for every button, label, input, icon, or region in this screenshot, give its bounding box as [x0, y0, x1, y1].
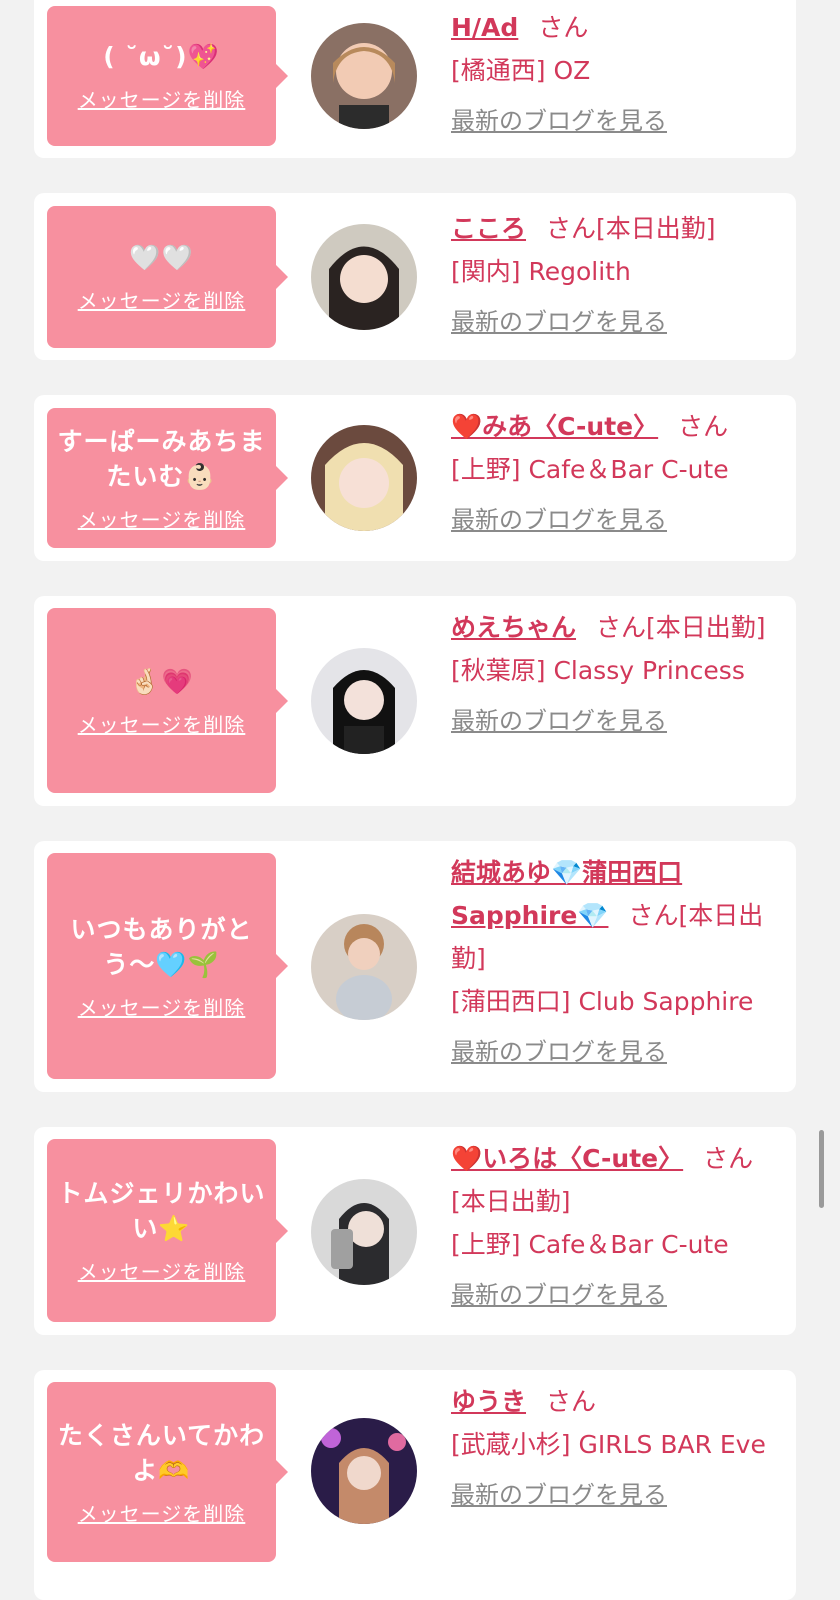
delete-message-link[interactable]: メッセージを削除	[78, 504, 246, 533]
latest-blog-link[interactable]: 最新のブログを見る	[451, 1274, 667, 1317]
message-bubble: 🤍🤍 メッセージを削除	[47, 206, 288, 348]
message-bubble: いつもありがとう〜🩵🌱 メッセージを削除	[47, 853, 288, 1079]
cast-info: H/Ad さん [橘通西] OZ 最新のブログを見る	[451, 6, 781, 143]
message-card: 🤞🏻💗 メッセージを削除 めえちゃん さん[本日出勤] [秋葉原] Classy …	[34, 596, 796, 806]
message-card: すーぱーみあちまたいむ👶🏻 メッセージを削除 ❤️みあ〈C-ute〉 さん [上野…	[34, 395, 796, 561]
avatar[interactable]	[311, 648, 417, 754]
message-bubble: すーぱーみあちまたいむ👶🏻 メッセージを削除	[47, 408, 288, 548]
message-text: いつもありがとう〜🩵🌱	[70, 914, 253, 979]
message-text: たくさんいてかわよ🫶	[57, 1420, 266, 1485]
work-status: [本日出勤]	[646, 613, 766, 642]
cast-name-link[interactable]: めえちゃん	[451, 613, 576, 642]
honorific: さん	[546, 214, 597, 243]
honorific: さん	[546, 1387, 597, 1416]
delete-message-link[interactable]: メッセージを削除	[78, 992, 246, 1021]
honorific: さん	[678, 412, 729, 441]
message-card: ( ˘ω˘)💖 メッセージを削除 H/Ad さん [橘通西] OZ 最新のブログを…	[34, 0, 796, 158]
delete-message-link[interactable]: メッセージを削除	[78, 1498, 246, 1527]
cast-info: ゆうき さん [武蔵小杉] GIRLS BAR Eve 最新のブログを見る	[451, 1380, 781, 1517]
avatar[interactable]	[311, 224, 417, 330]
honorific: さん	[703, 1144, 754, 1173]
cast-name-link[interactable]: こころ	[451, 214, 526, 243]
avatar[interactable]	[311, 425, 417, 531]
cast-name-link[interactable]: H/Ad	[451, 13, 518, 42]
honorific: さん	[596, 613, 647, 642]
shop-area: [関内] Regolith	[451, 257, 631, 286]
message-card: 🤍🤍 メッセージを削除 こころ さん[本日出勤] [関内] Regolith 最新…	[34, 193, 796, 360]
avatar[interactable]	[311, 914, 417, 1020]
avatar[interactable]	[311, 1418, 417, 1524]
cast-info: めえちゃん さん[本日出勤] [秋葉原] Classy Princess 最新のブ…	[451, 606, 781, 743]
shop-area: [蒲田西口] Club Sapphire	[451, 987, 754, 1016]
work-status: [本日出勤]	[451, 1187, 571, 1216]
shop-area: [上野] Cafe＆Bar C-ute	[451, 455, 729, 484]
scrollbar[interactable]	[819, 1130, 824, 1208]
cast-info: ❤️みあ〈C-ute〉 さん [上野] Cafe＆Bar C-ute 最新のブログ…	[451, 405, 781, 542]
message-text: トムジェリかわいい⭐️	[57, 1179, 266, 1243]
work-status: [本日出勤]	[596, 214, 716, 243]
shop-area: [橘通西] OZ	[451, 56, 591, 85]
latest-blog-link[interactable]: 最新のブログを見る	[451, 100, 667, 143]
cast-name-link[interactable]: ❤️みあ〈C-ute〉	[451, 412, 658, 441]
message-card: たくさんいてかわよ🫶 メッセージを削除 ゆうき さん [武蔵小杉] GIRLS B…	[34, 1370, 796, 1600]
cast-info: 結城あゆ💎蒲田西口Sapphire💎 さん[本日出勤] [蒲田西口] Club S…	[451, 851, 781, 1074]
avatar[interactable]	[311, 23, 417, 129]
delete-message-link[interactable]: メッセージを削除	[78, 709, 246, 738]
latest-blog-link[interactable]: 最新のブログを見る	[451, 1474, 667, 1517]
delete-message-link[interactable]: メッセージを削除	[78, 1256, 246, 1285]
honorific: さん	[538, 13, 589, 42]
shop-area: [上野] Cafe＆Bar C-ute	[451, 1230, 729, 1259]
shop-area: [武蔵小杉] GIRLS BAR Eve	[451, 1430, 766, 1459]
latest-blog-link[interactable]: 最新のブログを見る	[451, 301, 667, 344]
message-bubble: 🤞🏻💗 メッセージを削除	[47, 608, 288, 793]
shop-area: [秋葉原] Classy Princess	[451, 656, 745, 685]
delete-message-link[interactable]: メッセージを削除	[78, 285, 246, 314]
latest-blog-link[interactable]: 最新のブログを見る	[451, 1031, 667, 1074]
message-text: 🤍🤍	[129, 243, 194, 272]
cast-info: ❤️いろは〈C-ute〉 さん [本日出勤] [上野] Cafe＆Bar C-ut…	[451, 1137, 781, 1317]
cast-name-link[interactable]: ❤️いろは〈C-ute〉	[451, 1144, 683, 1173]
latest-blog-link[interactable]: 最新のブログを見る	[451, 700, 667, 743]
message-bubble: たくさんいてかわよ🫶 メッセージを削除	[47, 1382, 288, 1562]
message-card: いつもありがとう〜🩵🌱 メッセージを削除 結城あゆ💎蒲田西口Sapphire💎 さ…	[34, 841, 796, 1092]
cast-info: こころ さん[本日出勤] [関内] Regolith 最新のブログを見る	[451, 207, 781, 344]
avatar[interactable]	[311, 1179, 417, 1285]
message-text: ( ˘ω˘)💖	[103, 42, 220, 71]
message-bubble: トムジェリかわいい⭐️ メッセージを削除	[47, 1139, 288, 1322]
honorific: さん	[628, 901, 679, 930]
delete-message-link[interactable]: メッセージを削除	[78, 84, 246, 113]
cast-name-link[interactable]: ゆうき	[451, 1387, 526, 1416]
message-text: すーぱーみあちまたいむ👶🏻	[57, 426, 266, 491]
latest-blog-link[interactable]: 最新のブログを見る	[451, 499, 667, 542]
message-card: トムジェリかわいい⭐️ メッセージを削除 ❤️いろは〈C-ute〉 さん [本日出…	[34, 1127, 796, 1335]
message-bubble: ( ˘ω˘)💖 メッセージを削除	[47, 6, 288, 146]
message-text: 🤞🏻💗	[129, 666, 194, 696]
